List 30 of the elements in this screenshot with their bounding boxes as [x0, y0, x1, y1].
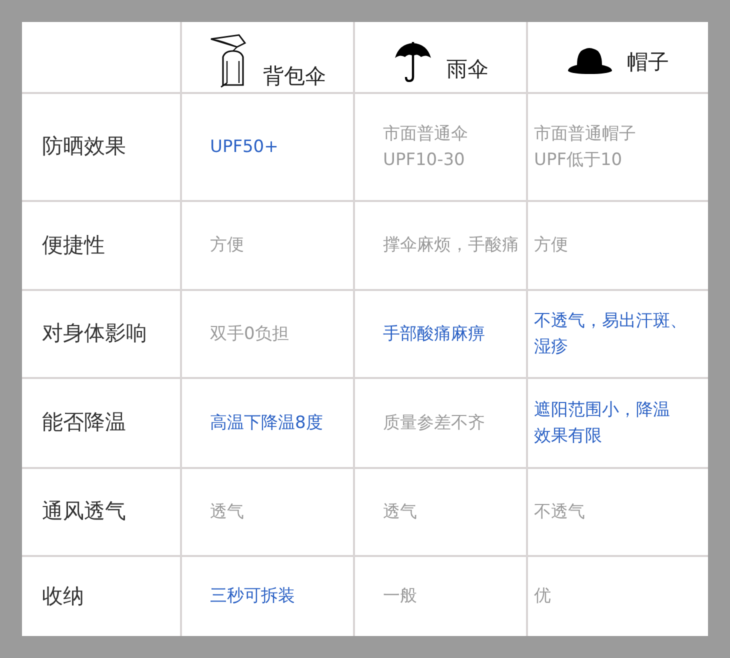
cell-text: 一般: [383, 585, 417, 608]
cell-text: 撑伞麻烦，手酸痛: [383, 234, 519, 258]
cell-text: 三秒可拆装: [210, 585, 295, 608]
cell-text: 不透气，易出汗斑、 湿疹: [534, 310, 687, 359]
backpack-umbrella-icon: [209, 33, 249, 89]
cell-text: 透气: [210, 500, 244, 524]
cell-text: 透气: [383, 500, 417, 524]
cell-text: 手部酸痛麻痹: [383, 322, 485, 346]
row-header: 通风透气: [41, 498, 126, 526]
umbrella-icon: [392, 40, 432, 82]
cell-text: 方便: [210, 234, 244, 258]
cell-text: 优: [534, 585, 551, 608]
row-header: 便捷性: [41, 232, 105, 259]
hat-icon: [567, 47, 613, 75]
cell-text: 遮阳范围小，降温 效果有限: [534, 398, 670, 448]
row-header: 能否降温: [41, 409, 126, 436]
cell-text: UPF50+: [210, 136, 278, 159]
row-header: 收纳: [41, 582, 84, 610]
column-header: 雨伞: [446, 56, 488, 82]
row-header: 对身体影响: [41, 320, 147, 348]
cell-text: 市面普通帽子 UPF低于10: [534, 122, 636, 172]
column-header: 帽子: [627, 50, 669, 75]
cell-text: 市面普通伞 UPF10-30: [383, 122, 468, 172]
cell-text: 方便: [534, 234, 568, 258]
cell-text: 质量参差不齐: [383, 412, 485, 435]
cell-text: 双手0负担: [210, 322, 289, 346]
cell-text: 不透气: [534, 500, 585, 524]
column-header: 背包伞: [263, 64, 326, 89]
row-header: 防晒效果: [41, 133, 126, 160]
cell-text: 高温下降温8度: [210, 412, 323, 435]
